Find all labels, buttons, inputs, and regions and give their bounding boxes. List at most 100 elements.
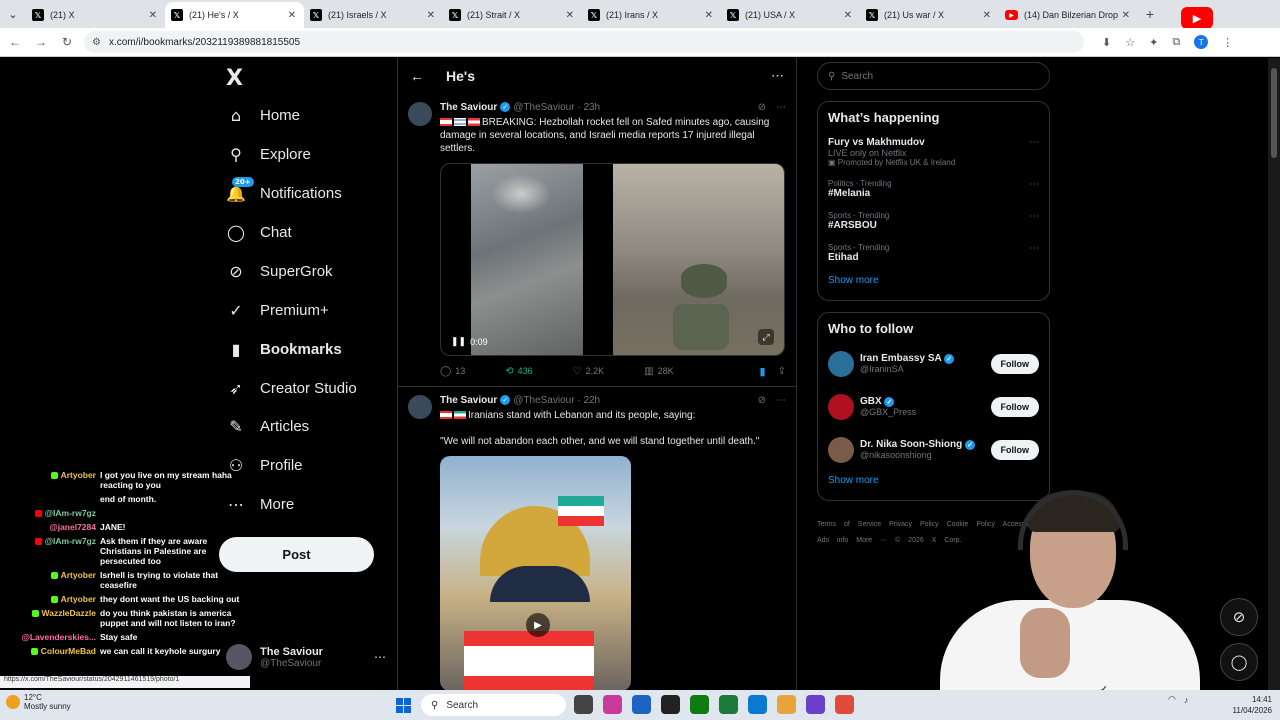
- taskbar-clock[interactable]: 14:41 11/04/2026: [1222, 694, 1272, 716]
- repost-button[interactable]: ⟲ 436: [505, 366, 532, 377]
- browser-tab[interactable]: 𝕏 (21) Us war / X ✕: [860, 2, 999, 28]
- tweet-video[interactable]: ▶: [440, 456, 631, 690]
- nav-item-chat[interactable]: ◯ Chat: [226, 217, 292, 247]
- more-dots-icon[interactable]: ⋯: [771, 68, 784, 84]
- more-dots-icon[interactable]: ⋯: [1029, 211, 1039, 222]
- play-icon[interactable]: ▶: [526, 613, 550, 637]
- browser-tab[interactable]: 𝕏 (21) USA / X ✕: [721, 2, 860, 28]
- store-icon[interactable]: [632, 695, 651, 714]
- menu-icon[interactable]: ⋮: [1222, 36, 1233, 49]
- more-dots-icon[interactable]: ⋯: [776, 102, 786, 113]
- nav-item-premium[interactable]: ✓ Premium+: [226, 295, 328, 325]
- account-switcher[interactable]: The Saviour @TheSaviour ⋯: [226, 642, 386, 672]
- tab-search-chevron-icon[interactable]: ⌄: [0, 0, 26, 28]
- search-input[interactable]: ⚲ Search: [817, 62, 1050, 90]
- tweet-video[interactable]: ❚❚ 0:09 ⤢: [440, 163, 785, 356]
- nav-item-notifications[interactable]: 🔔 20+ Notifications: [226, 177, 342, 208]
- xbox-icon[interactable]: [690, 695, 709, 714]
- tweet[interactable]: The Saviour ✓ @TheSaviour · 23h ⊘ ⋯ BREAK…: [398, 94, 796, 387]
- tweet-author-name[interactable]: The Saviour: [440, 102, 497, 113]
- scrollbar-thumb[interactable]: [1271, 68, 1277, 158]
- trend-item[interactable]: Sports · Trending #ARSBOU ⋯: [828, 211, 1039, 231]
- show-more-link[interactable]: Show more: [828, 475, 1039, 486]
- show-more-link[interactable]: Show more: [828, 275, 1039, 286]
- avatar[interactable]: [828, 436, 854, 463]
- more-dots-icon[interactable]: ⋯: [776, 395, 786, 406]
- chrome-icon[interactable]: [777, 695, 796, 714]
- browser-tab[interactable]: 𝕏 (21) X ✕: [26, 2, 165, 28]
- avatar[interactable]: [408, 102, 432, 126]
- browser-tab[interactable]: 𝕏 (21) Strait / X ✕: [443, 2, 582, 28]
- paint-icon[interactable]: [603, 695, 622, 714]
- nav-item-creator-studio[interactable]: ➶ Creator Studio: [226, 373, 356, 403]
- follow-button[interactable]: Follow: [990, 396, 1039, 417]
- follow-button[interactable]: Follow: [990, 353, 1039, 374]
- nav-item-home[interactable]: ⌂ Home: [226, 100, 300, 130]
- close-icon[interactable]: ✕: [427, 10, 435, 21]
- taskbar-search[interactable]: ⚲ Search: [421, 694, 566, 716]
- nav-item-supergrok[interactable]: ⊘ SuperGrok: [226, 256, 332, 286]
- avatar[interactable]: [828, 393, 854, 420]
- task-view-icon[interactable]: [574, 695, 593, 714]
- close-icon[interactable]: ✕: [288, 10, 296, 21]
- expand-icon[interactable]: ⤢: [758, 329, 774, 345]
- edge-icon[interactable]: [748, 695, 767, 714]
- close-icon[interactable]: ✕: [566, 10, 574, 21]
- follow-suggestion[interactable]: Iran Embassy SA ✓ @IraninSA Follow: [828, 342, 1039, 385]
- more-dots-icon[interactable]: ⋯: [1029, 179, 1039, 190]
- views-button[interactable]: ▥ 28K: [644, 366, 673, 377]
- grok-icon[interactable]: ⊘: [758, 102, 766, 113]
- bookmark-icon[interactable]: ▮: [760, 365, 766, 378]
- share-icon[interactable]: ⇪: [778, 366, 786, 377]
- x-logo-icon[interactable]: X: [226, 66, 243, 91]
- tweet[interactable]: The Saviour ✓ @TheSaviour · 22h ⊘ ⋯ Irani…: [398, 387, 796, 690]
- follow-suggestion[interactable]: Dr. Nika Soon-Shiong ✓ @nikasoonshiong Fol…: [828, 428, 1039, 471]
- forward-icon[interactable]: →: [30, 35, 52, 49]
- close-icon[interactable]: ✕: [149, 10, 157, 21]
- more-dots-icon[interactable]: ⋯: [1029, 243, 1039, 254]
- tweet-author-handle[interactable]: @TheSaviour: [513, 102, 574, 113]
- puzzle-icon[interactable]: ⧉: [1172, 36, 1180, 49]
- reload-icon[interactable]: ↻: [56, 35, 78, 49]
- pause-icon[interactable]: ❚❚: [451, 336, 466, 347]
- back-icon[interactable]: ←: [4, 35, 26, 49]
- tweet-time[interactable]: 22h: [583, 395, 600, 406]
- volume-icon[interactable]: ♪: [1184, 695, 1189, 705]
- weather-widget[interactable]: 12°C Mostly sunny: [6, 693, 71, 711]
- nav-item-explore[interactable]: ⚲ Explore: [226, 139, 311, 169]
- browser-tab[interactable]: ▶ (14) Dan Bilzerian Drops ✕: [999, 2, 1138, 28]
- close-icon[interactable]: ✕: [705, 10, 713, 21]
- close-icon[interactable]: ✕: [1122, 10, 1130, 21]
- extension-icon[interactable]: ✦: [1149, 36, 1158, 49]
- trend-item[interactable]: Fury vs Makhmudov LIVE only on Netflix ▣ P…: [828, 137, 1039, 167]
- more-dots-icon[interactable]: ⋯: [1029, 137, 1039, 148]
- like-button[interactable]: ♡ 2.2K: [573, 366, 604, 377]
- capcut-icon[interactable]: [661, 695, 680, 714]
- spotify-icon[interactable]: [719, 695, 738, 714]
- windows-start-icon[interactable]: [396, 698, 411, 713]
- close-icon[interactable]: ✕: [844, 10, 852, 21]
- scrollbar[interactable]: [1268, 58, 1280, 690]
- browser-tab[interactable]: 𝕏 (21) Irans / X ✕: [582, 2, 721, 28]
- follow-suggestion[interactable]: GBX ✓ @GBX_Press Follow: [828, 385, 1039, 428]
- tweet-author-name[interactable]: The Saviour: [440, 395, 497, 406]
- browser-tab[interactable]: 𝕏 (21) He's / X ✕: [165, 2, 304, 28]
- grok-float-icon[interactable]: ⊘: [1220, 598, 1258, 636]
- profile-avatar[interactable]: T: [1194, 35, 1209, 49]
- browser-tab[interactable]: 𝕏 (21) Israels / X ✕: [304, 2, 443, 28]
- back-arrow-icon[interactable]: ←: [410, 68, 424, 84]
- wifi-icon[interactable]: ◠: [1168, 694, 1176, 705]
- video-timer[interactable]: ❚❚ 0:09: [451, 336, 488, 347]
- more-dots-icon[interactable]: ⋯: [374, 650, 386, 664]
- chrome-profile-icon[interactable]: [835, 695, 854, 714]
- address-bar[interactable]: ⚙ x.com/i/bookmarks/2032119389881815505: [84, 31, 1084, 53]
- trend-item[interactable]: Sports · Trending Etihad ⋯: [828, 243, 1039, 263]
- star-icon[interactable]: ☆: [1125, 36, 1135, 49]
- tweet-time[interactable]: 23h: [583, 102, 600, 113]
- trend-item[interactable]: Politics · Trending #Melania ⋯: [828, 179, 1039, 199]
- messages-float-icon[interactable]: ◯: [1220, 643, 1258, 681]
- avatar[interactable]: [828, 350, 854, 377]
- grok-icon[interactable]: ⊘: [758, 395, 766, 406]
- nav-item-bookmarks[interactable]: ▮ Bookmarks: [226, 334, 342, 364]
- discord-icon[interactable]: [806, 695, 825, 714]
